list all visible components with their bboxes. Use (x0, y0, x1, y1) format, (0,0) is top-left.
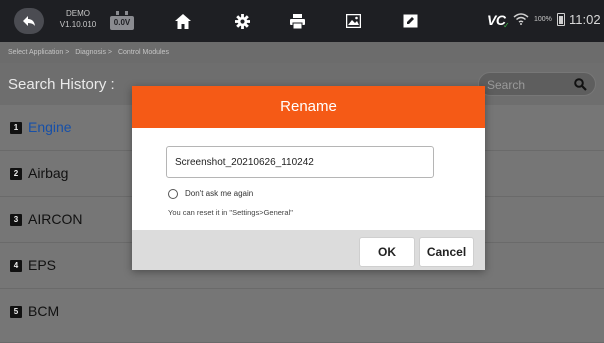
dialog-footer: OK Cancel (132, 230, 485, 270)
dialog-title: Rename (132, 86, 485, 128)
reset-hint: You can reset it in "Settings>General" (168, 208, 293, 217)
rename-dialog: Rename Don't ask me again You can reset … (132, 86, 485, 270)
filename-input[interactable] (166, 146, 434, 178)
ok-button[interactable]: OK (359, 237, 415, 267)
dont-ask-label[interactable]: Don't ask me again (185, 189, 253, 198)
dont-ask-radio[interactable] (168, 189, 178, 199)
cancel-button[interactable]: Cancel (419, 237, 474, 267)
